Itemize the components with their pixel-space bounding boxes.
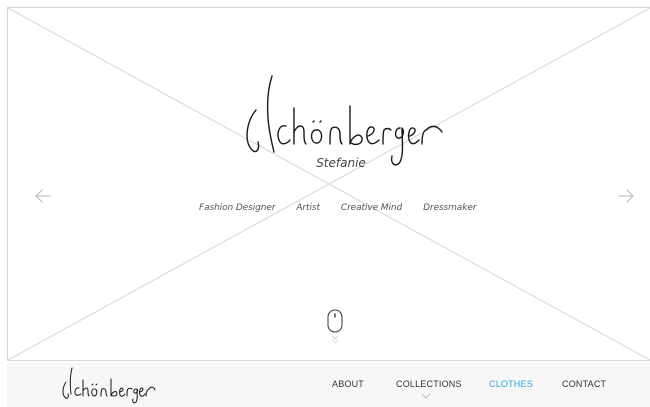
nav-item-contact[interactable]: CONTACT: [562, 379, 606, 389]
navbar: ABOUT COLLECTIONS CLOTHES CONTACT: [7, 363, 650, 407]
tagline-fashion-designer: Fashion Designer: [199, 203, 276, 213]
signature-logo: [234, 70, 444, 168]
arrow-left-icon[interactable]: [34, 186, 52, 206]
first-name: Stefanie: [316, 156, 366, 170]
chevron-down-icon[interactable]: [421, 393, 431, 399]
arrow-right-icon[interactable]: [617, 186, 635, 206]
tagline-list: Fashion Designer Artist Creative Mind Dress…: [199, 197, 497, 213]
tagline-dressmaker: Dressmaker: [423, 203, 477, 213]
image-placeholder: [8, 8, 650, 360]
tagline-creative-mind: Creative Mind: [340, 203, 403, 213]
mouse-scroll-icon[interactable]: [326, 309, 344, 353]
nav-logo[interactable]: [60, 364, 156, 404]
nav-item-clothes[interactable]: CLOTHES: [489, 379, 533, 389]
nav-item-about[interactable]: ABOUT: [332, 379, 364, 389]
tagline-artist: Artist: [296, 203, 320, 213]
nav-item-collections[interactable]: COLLECTIONS: [396, 379, 462, 389]
hero-slider: Stefanie Fashion Designer Artist Creative …: [7, 7, 650, 361]
